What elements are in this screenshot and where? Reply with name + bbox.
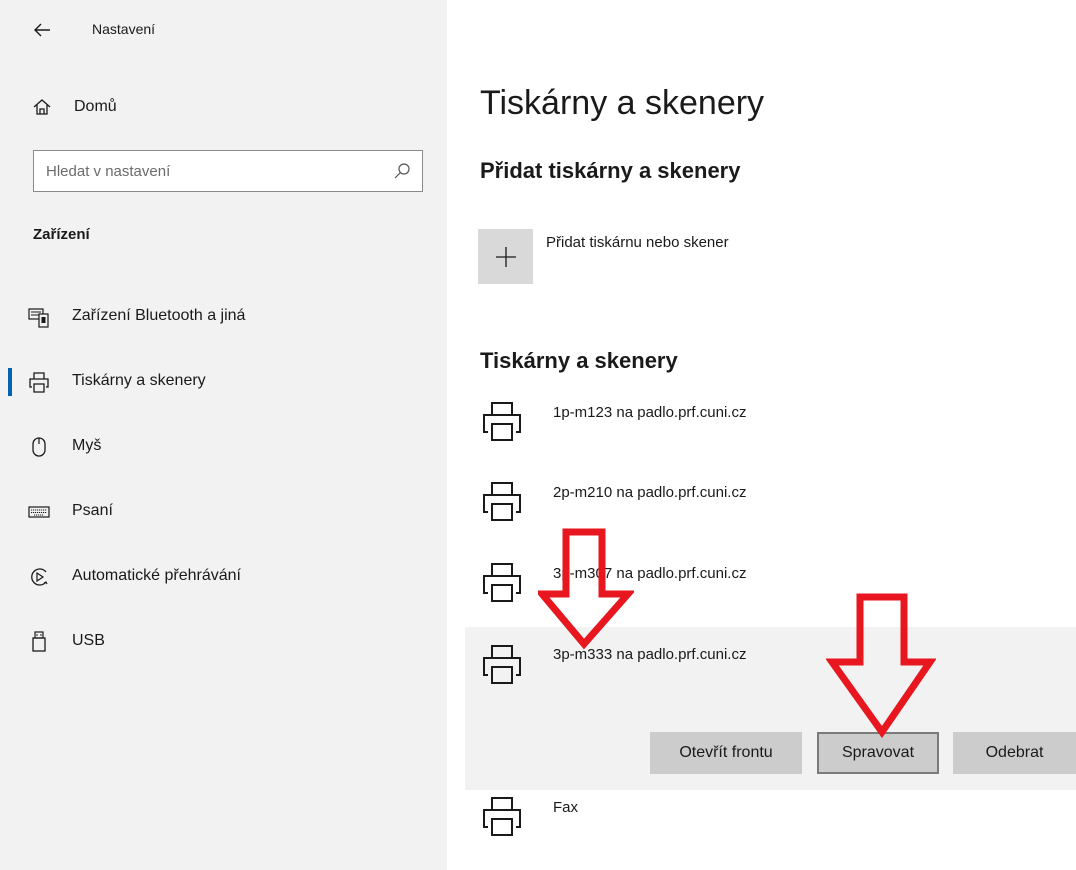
printer-icon — [483, 645, 521, 684]
printer-item[interactable]: 3p-m307 na padlo.prf.cuni.cz — [465, 561, 1076, 621]
main-content: Tiskárny a skenery Přidat tiskárny a ske… — [447, 0, 1076, 870]
sidebar-item-bluetooth[interactable]: Zařízení Bluetooth a jiná — [0, 295, 447, 339]
printer-item[interactable]: Fax — [465, 795, 1076, 855]
section-title: Zařízení — [33, 226, 90, 243]
printer-name: 2p-m210 na padlo.prf.cuni.cz — [553, 484, 747, 501]
sidebar-item-label: USB — [72, 632, 105, 649]
open-queue-button[interactable]: Otevřít frontu — [650, 732, 802, 774]
sidebar-item-mouse[interactable]: Myš — [0, 425, 447, 469]
manage-button[interactable]: Spravovat — [817, 732, 939, 774]
printer-name: 3p-m333 na padlo.prf.cuni.cz — [553, 646, 747, 663]
printer-item-selected[interactable]: 3p-m333 na padlo.prf.cuni.cz Otevřít fro… — [465, 627, 1076, 790]
printer-name: 3p-m307 na padlo.prf.cuni.cz — [553, 565, 747, 582]
sidebar-item-label: Tiskárny a skenery — [72, 372, 206, 389]
add-section-title: Přidat tiskárny a skenery — [480, 158, 741, 183]
printer-icon — [483, 563, 521, 602]
app-title: Nastavení — [92, 21, 156, 37]
keyboard-icon — [28, 506, 50, 518]
printer-item[interactable]: 1p-m123 na padlo.prf.cuni.cz — [465, 400, 1076, 460]
home-label: Domů — [74, 98, 117, 115]
sidebar-item-printers[interactable]: Tiskárny a skenery — [0, 360, 447, 404]
sidebar: Nastavení Domů Zařízení Zařízení Bluetoo… — [0, 0, 447, 870]
back-button[interactable] — [30, 18, 54, 42]
bluetooth-devices-icon — [28, 308, 49, 328]
printer-item[interactable]: 2p-m210 na padlo.prf.cuni.cz — [465, 480, 1076, 540]
remove-button[interactable]: Odebrat — [953, 732, 1076, 774]
sidebar-item-label: Zařízení Bluetooth a jiná — [72, 307, 246, 324]
printer-icon — [483, 402, 521, 441]
page-title: Tiskárny a skenery — [480, 84, 765, 122]
printer-name: Fax — [553, 799, 579, 816]
add-printer-button[interactable] — [478, 229, 533, 284]
sidebar-item-label: Automatické přehrávání — [72, 567, 241, 584]
autoplay-icon — [31, 568, 48, 586]
title-bar: Nastavení — [0, 0, 447, 62]
search-input[interactable] — [34, 151, 374, 191]
printer-icon — [29, 372, 49, 393]
sidebar-item-usb[interactable]: USB — [0, 620, 447, 664]
home-icon — [33, 99, 51, 115]
sidebar-item-autoplay[interactable]: Automatické přehrávání — [0, 555, 447, 599]
add-printer-label[interactable]: Přidat tiskárnu nebo skener — [546, 234, 729, 251]
search-icon[interactable] — [392, 161, 412, 181]
printer-name: 1p-m123 na padlo.prf.cuni.cz — [553, 404, 747, 421]
sidebar-item-label: Myš — [72, 437, 102, 454]
sidebar-item-label: Psaní — [72, 502, 113, 519]
search-box[interactable] — [33, 150, 423, 192]
printers-list-title: Tiskárny a skenery — [480, 348, 678, 373]
plus-icon — [496, 247, 516, 267]
back-arrow-icon — [34, 23, 50, 37]
printer-icon — [483, 797, 521, 836]
printer-icon — [483, 482, 521, 521]
mouse-icon — [32, 437, 46, 457]
sidebar-item-typing[interactable]: Psaní — [0, 490, 447, 534]
usb-icon — [32, 631, 46, 652]
